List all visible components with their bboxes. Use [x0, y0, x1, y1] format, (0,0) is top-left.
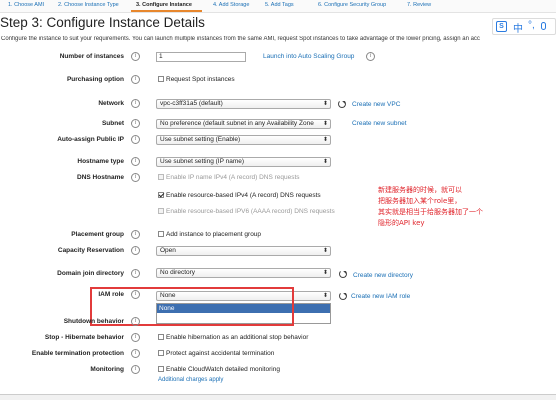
- additional-charges-link[interactable]: Additional charges apply: [158, 377, 223, 383]
- domain-join-select[interactable]: No directory ⬍: [156, 268, 331, 278]
- select-arrow-icon: ⬍: [322, 121, 328, 127]
- capacity-reservation-select[interactable]: Open ⬍: [156, 246, 331, 256]
- domain-join-label: Domain join directory: [57, 270, 124, 277]
- wizard-step-choose-ami[interactable]: 1. Choose AMI: [8, 2, 44, 8]
- auto-assign-ip-label: Auto-assign Public IP: [57, 136, 124, 143]
- wizard-nav: 1. Choose AMI 2. Choose Instance Type 3.…: [0, 0, 556, 13]
- select-arrow-icon: ⬍: [322, 137, 328, 143]
- wizard-step-review[interactable]: 7. Review: [407, 2, 431, 8]
- ime-language-toggle[interactable]: 中: [513, 20, 523, 35]
- info-icon[interactable]: i: [131, 230, 140, 239]
- monitoring-checkbox[interactable]: Enable CloudWatch detailed monitoring: [158, 366, 280, 373]
- purchasing-option-label: Purchasing option: [66, 76, 124, 83]
- wizard-step-add-tags[interactable]: 5. Add Tags: [265, 2, 294, 8]
- refresh-iam-role-icon[interactable]: [339, 292, 347, 300]
- network-select[interactable]: vpc-c3ff31a5 (default) ⬍: [156, 99, 331, 109]
- select-arrow-icon: ⬍: [322, 248, 328, 254]
- wizard-step-add-storage[interactable]: 4. Add Storage: [213, 2, 249, 8]
- info-icon[interactable]: i: [131, 349, 140, 358]
- create-new-subnet-link[interactable]: Create new subnet: [352, 120, 407, 127]
- info-icon[interactable]: i: [131, 135, 140, 144]
- page-title: Step 3: Configure Instance Details: [0, 15, 205, 30]
- number-of-instances-label: Number of instances: [59, 53, 124, 60]
- dns-resource-ipv4-checkbox[interactable]: Enable resource-based IPv4 (A record) DN…: [158, 192, 321, 199]
- ime-logo-icon[interactable]: S: [496, 21, 507, 32]
- termination-protection-checkbox[interactable]: Protect against accidental termination: [158, 350, 274, 357]
- subnet-label: Subnet: [101, 120, 124, 127]
- dns-resource-ipv6-checkbox: Enable resource-based IPV6 (AAAA record)…: [158, 208, 335, 215]
- create-new-directory-link[interactable]: Create new directory: [353, 272, 413, 279]
- ime-toolbar: S 中 °,: [492, 18, 556, 35]
- number-of-instances-input[interactable]: 1: [156, 52, 246, 62]
- select-arrow-icon: ⬍: [322, 293, 328, 299]
- placement-group-checkbox[interactable]: Add instance to placement group: [158, 231, 261, 238]
- info-icon[interactable]: i: [131, 246, 140, 255]
- dns-hostname-label: DNS Hostname: [77, 174, 124, 181]
- stop-hibernate-label: Stop - Hibernate behavior: [44, 334, 124, 341]
- termination-protection-label: Enable termination protection: [31, 350, 124, 357]
- placement-group-label: Placement group: [71, 231, 124, 238]
- info-icon[interactable]: i: [131, 75, 140, 84]
- create-new-iam-role-link[interactable]: Create new IAM role: [351, 293, 410, 300]
- create-new-vpc-link[interactable]: Create new VPC: [352, 101, 400, 108]
- monitoring-label: Monitoring: [90, 366, 124, 373]
- info-icon[interactable]: i: [131, 333, 140, 342]
- annotation-note: 新建服务器的时候，就可以 把服务器加入某个role里， 其实就是相当于给服务器加…: [378, 186, 483, 227]
- info-icon[interactable]: i: [131, 52, 140, 61]
- network-label: Network: [98, 100, 124, 107]
- launch-auto-scaling-link[interactable]: Launch into Auto Scaling Group: [263, 53, 354, 60]
- select-arrow-icon: ⬍: [322, 270, 328, 276]
- bottom-bar: [0, 394, 556, 400]
- page-description: Configure the instance to suit your requ…: [1, 36, 480, 42]
- select-arrow-icon: ⬍: [322, 101, 328, 107]
- wizard-step-configure-instance[interactable]: 3. Configure Instance: [136, 2, 192, 8]
- info-icon[interactable]: i: [131, 317, 140, 326]
- select-arrow-icon: ⬍: [322, 159, 328, 165]
- request-spot-checkbox[interactable]: Request Spot instances: [158, 76, 235, 83]
- wizard-step-choose-instance-type[interactable]: 2. Choose Instance Type: [58, 2, 119, 8]
- hostname-type-select[interactable]: Use subnet setting (IP name) ⬍: [156, 157, 331, 167]
- capacity-reservation-label: Capacity Reservation: [57, 247, 124, 254]
- info-icon[interactable]: i: [131, 173, 140, 182]
- active-step-underline: [131, 10, 202, 12]
- hostname-type-label: Hostname type: [77, 158, 124, 165]
- info-icon[interactable]: i: [131, 99, 140, 108]
- info-icon[interactable]: i: [131, 365, 140, 374]
- info-icon[interactable]: i: [131, 157, 140, 166]
- info-icon[interactable]: i: [131, 119, 140, 128]
- refresh-directory-icon[interactable]: [339, 270, 347, 278]
- info-icon[interactable]: i: [366, 52, 375, 61]
- info-icon[interactable]: i: [131, 269, 140, 278]
- ime-punctuation-toggle[interactable]: °,: [528, 20, 535, 31]
- microphone-icon[interactable]: [541, 22, 546, 30]
- refresh-network-icon[interactable]: [338, 100, 346, 108]
- hibernate-checkbox[interactable]: Enable hibernation as an additional stop…: [158, 334, 308, 341]
- dns-ip-name-checkbox: Enable IP name IPv4 (A record) DNS reque…: [158, 174, 300, 181]
- auto-assign-ip-select[interactable]: Use subnet setting (Enable) ⬍: [156, 135, 331, 145]
- shutdown-behavior-label: Shutdown behavior: [63, 318, 124, 325]
- subnet-select[interactable]: No preference (default subnet in any Ava…: [156, 119, 331, 129]
- wizard-step-configure-security-group[interactable]: 6. Configure Security Group: [318, 2, 386, 8]
